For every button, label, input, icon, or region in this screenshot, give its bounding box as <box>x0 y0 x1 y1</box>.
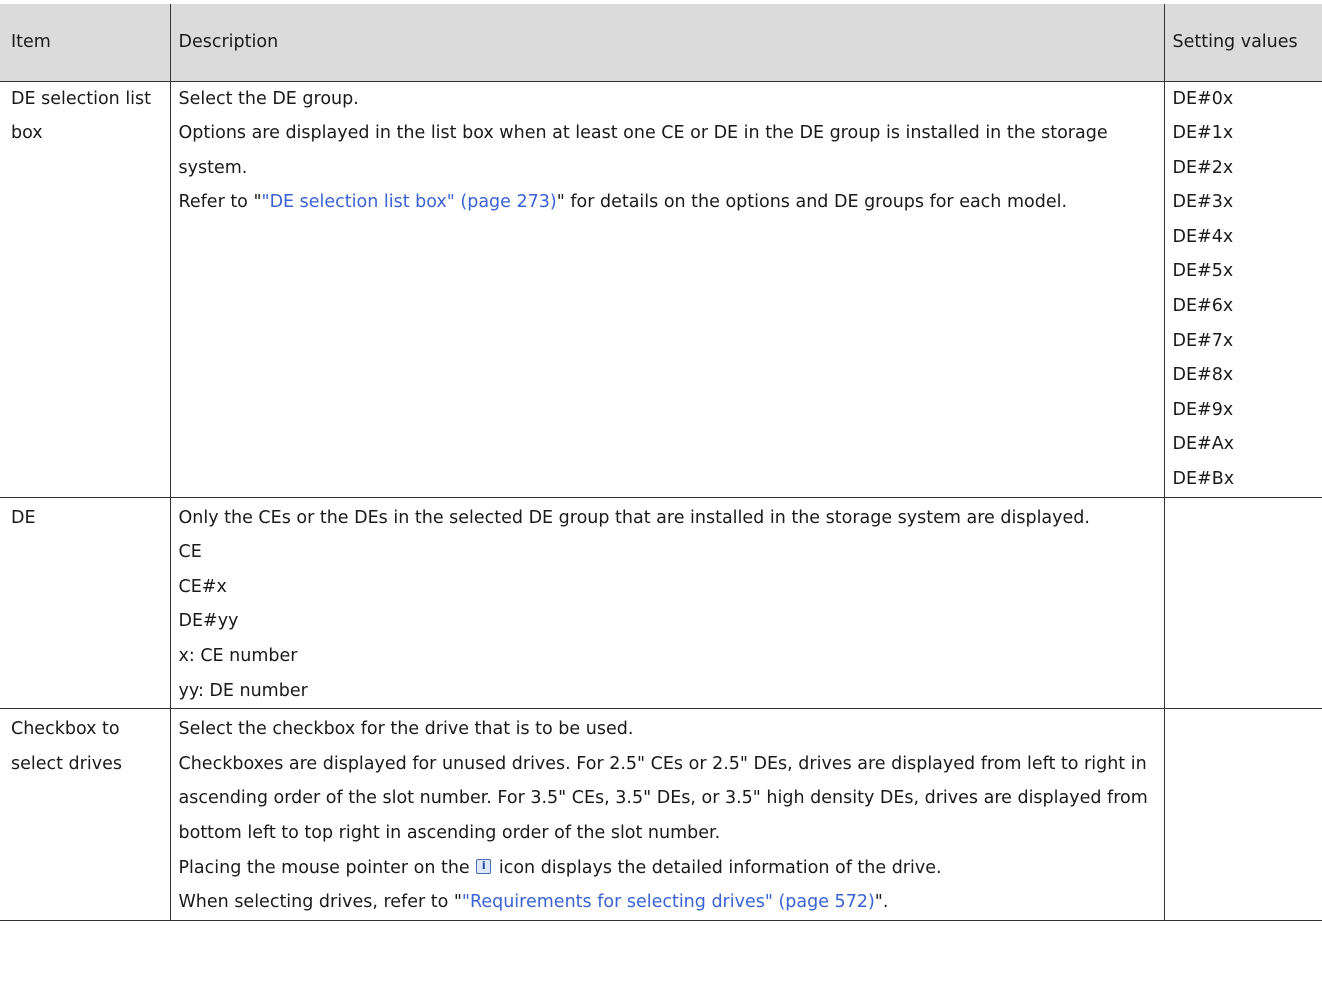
setting-value: DE#Bx <box>1172 469 1235 490</box>
item-cell: DE <box>0 497 170 710</box>
description-cell: Select the checkbox for the drive that i… <box>169 708 1164 921</box>
settings-table: Item Description Setting values DE selec… <box>0 4 1322 921</box>
description-line: Only the CEs or the DEs in the selected … <box>178 507 1090 528</box>
description-list-item: CE <box>178 542 202 563</box>
setting-value: DE#Ax <box>1172 434 1235 455</box>
setting-value: DE#2x <box>1172 157 1234 178</box>
table-row: DE selection list box Select the DE grou… <box>0 81 1322 498</box>
description-reference: Refer to ""DE selection list box" (page … <box>178 192 1068 213</box>
setting-value: DE#8x <box>1172 365 1234 386</box>
description-list-item: x: CE number <box>178 646 298 666</box>
setting-value: DE#4x <box>1172 226 1234 247</box>
description-list-item: yy: DE number <box>178 680 308 701</box>
description-list-item: DE#yy <box>178 611 239 632</box>
description-list-item: CE#x <box>178 576 227 597</box>
setting-value: DE#6x <box>1172 296 1234 317</box>
table-row: DE Only the CEs or the DEs in the select… <box>0 497 1322 710</box>
setting-values-cell: DE#0x DE#1x DE#2x DE#3x DE#4x DE#5x DE#6… <box>1163 81 1322 498</box>
setting-value: DE#1x <box>1172 123 1234 144</box>
info-icon <box>476 858 492 874</box>
description-line: Options are displayed in the list box wh… <box>178 123 1108 178</box>
header-description: Description <box>169 4 1164 82</box>
header-item: Item <box>0 4 170 82</box>
reference-link-requirements[interactable]: "Requirements for selecting drives" (pag… <box>462 892 875 912</box>
setting-value: DE#3x <box>1172 192 1234 213</box>
setting-values-cell <box>1163 497 1322 710</box>
item-cell: DE selection list box <box>0 81 170 498</box>
description-cell: Select the DE group. Options are display… <box>169 81 1164 498</box>
setting-value: DE#0x <box>1172 88 1234 109</box>
setting-values-cell <box>1163 708 1322 921</box>
table-header-row: Item Description Setting values <box>0 4 1322 82</box>
reference-link-de-selection[interactable]: "DE selection list box" (page 273) <box>262 192 557 212</box>
setting-value: DE#7x <box>1172 330 1234 351</box>
description-reference: When selecting drives, refer to ""Requir… <box>178 892 889 913</box>
header-setting-values: Setting values <box>1163 4 1322 82</box>
description-icon-note: Placing the mouse pointer on the icon di… <box>179 851 1164 886</box>
description-line: Checkboxes are displayed for unused driv… <box>178 753 1148 843</box>
description-line: Select the checkbox for the drive that i… <box>178 719 634 740</box>
setting-value: DE#9x <box>1172 399 1234 420</box>
setting-value: DE#5x <box>1172 261 1234 282</box>
description-line: Select the DE group. <box>178 88 359 109</box>
table-row: Checkbox to select drives Select the che… <box>0 708 1322 921</box>
item-cell: Checkbox to select drives <box>0 708 170 921</box>
description-cell: Only the CEs or the DEs in the selected … <box>169 497 1164 710</box>
